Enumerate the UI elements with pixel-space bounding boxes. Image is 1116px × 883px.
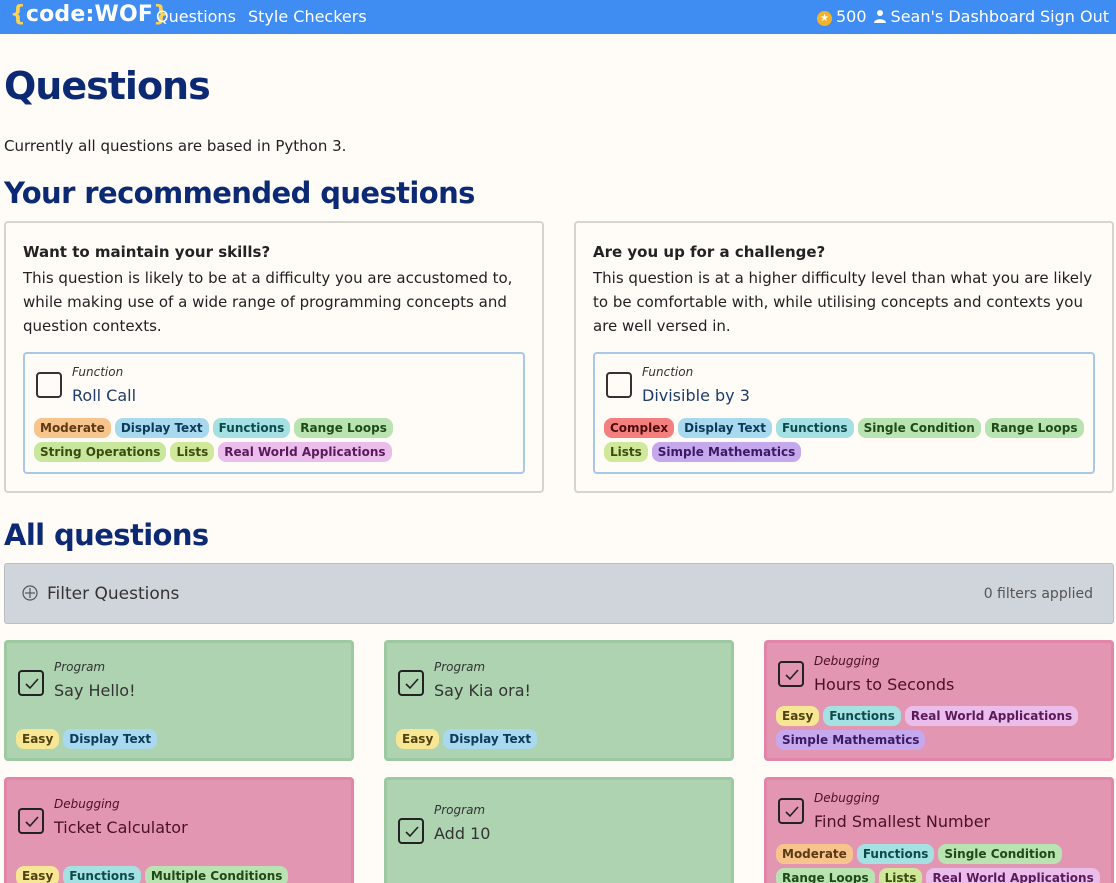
recommended-question-roll-call[interactable]: Function Roll Call Moderate Display Text… (23, 352, 525, 474)
tag: Functions (856, 844, 935, 864)
checked-checkbox-icon (18, 670, 44, 696)
checked-checkbox-icon (778, 661, 804, 687)
recommended-description: This question is at a higher difficulty … (593, 269, 1093, 335)
tag-difficulty: Complex (604, 418, 675, 438)
tag-list: Easy Functions Multiple Conditions (16, 866, 346, 883)
nav-link-questions[interactable]: Questions (156, 7, 236, 26)
tag-list: Moderate Display Text Functions Range Lo… (34, 418, 514, 462)
page-title: Questions (4, 64, 211, 108)
tag: Real World Applications (218, 442, 392, 462)
recommended-card-challenge: Are you up for a challenge? This questio… (574, 221, 1114, 493)
question-title: Divisible by 3 (642, 386, 750, 405)
question-title: Hours to Seconds (814, 675, 955, 694)
tag-list: Easy Display Text (396, 729, 726, 749)
tag: Lists (170, 442, 215, 462)
recommended-card-maintain: Want to maintain your skills? This quest… (4, 221, 544, 493)
question-type: Program (434, 803, 486, 817)
tag: Simple Mathematics (776, 730, 926, 750)
tag: Functions (823, 706, 901, 726)
checked-checkbox-icon (398, 818, 424, 844)
tag: Lists (878, 868, 923, 883)
tag: Single Condition (938, 844, 1062, 864)
question-card-say-hello[interactable]: Program Say Hello! Easy Display Text (4, 640, 354, 761)
tag: Functions (63, 866, 141, 883)
tag: Single Condition (857, 418, 981, 438)
tag-list: Complex Display Text Functions Single Co… (604, 418, 1084, 462)
star-icon: ★ (817, 11, 832, 26)
question-title: Ticket Calculator (54, 818, 188, 837)
person-icon (873, 10, 886, 23)
question-type: Debugging (814, 654, 880, 668)
tag-difficulty: Easy (776, 706, 820, 726)
question-title: Roll Call (72, 386, 137, 405)
tag: Range Loops (776, 868, 875, 883)
question-title: Say Kia ora! (434, 681, 531, 700)
question-card-find-smallest-number[interactable]: Debugging Find Smallest Number Moderate … (764, 777, 1114, 883)
dashboard-link[interactable]: Sean's Dashboard (891, 7, 1036, 26)
tag: Range Loops (984, 418, 1084, 438)
recommended-heading: Want to maintain your skills? (23, 243, 271, 261)
question-type: Function (642, 365, 694, 379)
checkbox-icon (606, 372, 632, 398)
nav-link-style-checkers[interactable]: Style Checkers (248, 7, 367, 26)
question-type: Debugging (814, 791, 880, 805)
checked-checkbox-icon (18, 808, 44, 834)
tag-difficulty: Moderate (776, 844, 853, 864)
checked-checkbox-icon (398, 670, 424, 696)
checked-checkbox-icon (778, 798, 804, 824)
filter-count: 0 filters applied (983, 586, 1093, 602)
tag: Display Text (63, 729, 158, 749)
recommended-question-divisible-by-3[interactable]: Function Divisible by 3 Complex Display … (593, 352, 1095, 474)
tag-list: Moderate Functions Single Condition Rang… (776, 844, 1106, 883)
tag-list: Easy Functions Real World Applications S… (776, 706, 1106, 750)
question-card-say-kia-ora[interactable]: Program Say Kia ora! Easy Display Text (384, 640, 734, 761)
intro-text: Currently all questions are based in Pyt… (4, 137, 347, 155)
question-type: Debugging (54, 797, 120, 811)
question-title: Say Hello! (54, 681, 136, 700)
tag: Simple Mathematics (651, 442, 802, 462)
user-area: ★ 500 Sean's Dashboard (817, 7, 1035, 26)
tag: Real World Applications (904, 706, 1079, 726)
plus-circle-icon (22, 585, 38, 601)
tag: Functions (212, 418, 291, 438)
all-questions-title: All questions (4, 518, 209, 552)
tag: Range Loops (294, 418, 393, 438)
question-card-ticket-calculator[interactable]: Debugging Ticket Calculator Easy Functio… (4, 777, 354, 883)
tag: Real World Applications (926, 868, 1100, 883)
question-card-hours-to-seconds[interactable]: Debugging Hours to Seconds Easy Function… (764, 640, 1114, 761)
brand-text: code:WOF (25, 2, 154, 27)
tag: String Operations (34, 442, 167, 462)
question-type: Function (72, 365, 124, 379)
tag-difficulty: Easy (396, 729, 440, 749)
tag: Multiple Conditions (144, 866, 289, 883)
question-type: Program (54, 660, 106, 674)
brand-open-brace: { (10, 2, 26, 27)
tag: Display Text (678, 418, 772, 438)
filter-label: Filter Questions (47, 584, 180, 604)
filter-questions-toggle[interactable]: Filter Questions 0 filters applied (4, 563, 1114, 624)
tag: Lists (604, 442, 648, 462)
tag: Display Text (443, 729, 538, 749)
tag-difficulty: Easy (16, 866, 60, 883)
recommended-title: Your recommended questions (4, 176, 475, 210)
recommended-heading: Are you up for a challenge? (593, 243, 826, 261)
navbar: {code:WOF} Questions Style Checkers ★ 500… (0, 0, 1116, 34)
tag-difficulty: Easy (16, 729, 60, 749)
sign-out-link[interactable]: Sign Out (1040, 7, 1109, 26)
checkbox-icon (36, 372, 62, 398)
tag: Display Text (114, 418, 209, 438)
recommended-description: This question is likely to be at a diffi… (23, 269, 513, 335)
question-type: Program (434, 660, 486, 674)
points-count: 500 (836, 7, 867, 26)
question-card-add-10[interactable]: Program Add 10 (384, 777, 734, 883)
question-title: Find Smallest Number (814, 812, 991, 831)
question-title: Add 10 (434, 824, 491, 843)
brand-logo[interactable]: {code:WOF} (10, 2, 169, 27)
tag-list: Easy Display Text (16, 729, 346, 749)
tag: Functions (776, 418, 854, 438)
tag-difficulty: Moderate (34, 418, 111, 438)
